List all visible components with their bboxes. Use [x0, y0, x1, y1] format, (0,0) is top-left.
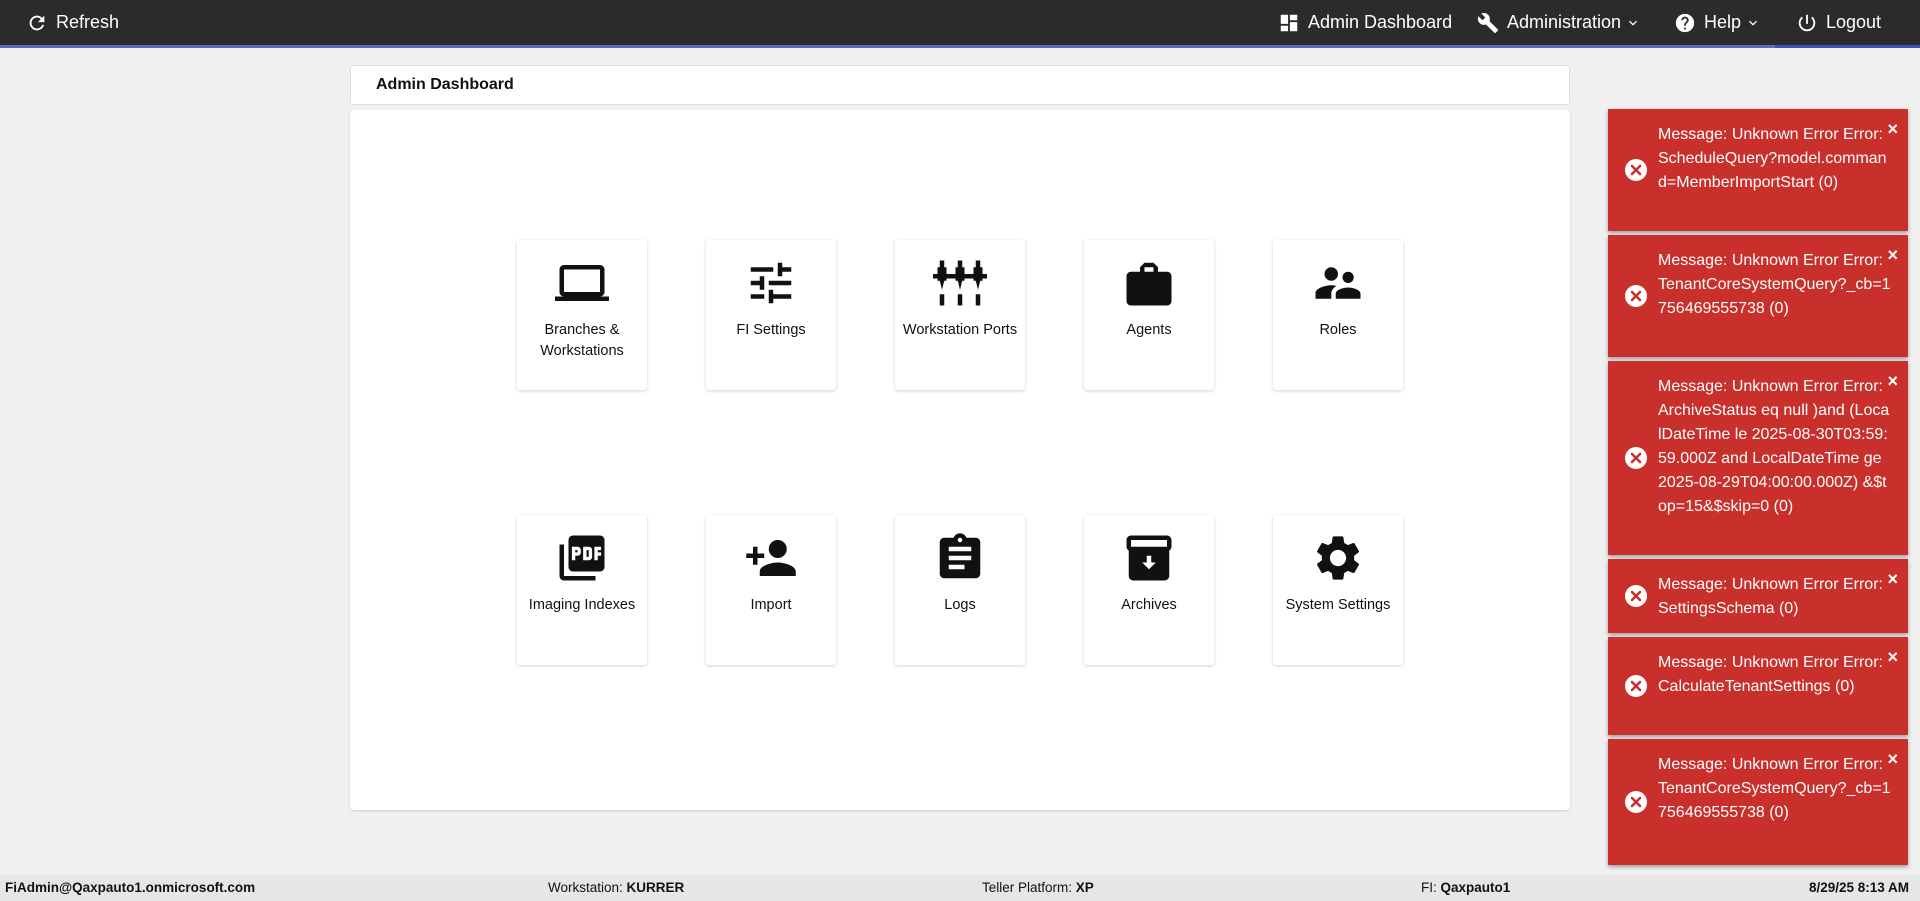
help-icon — [1675, 13, 1695, 32]
chevron-down-icon — [1629, 20, 1638, 26]
error-icon — [1625, 585, 1647, 607]
laptop-icon — [555, 265, 609, 301]
error-icon — [1625, 675, 1647, 697]
page-title: Admin Dashboard — [376, 76, 514, 93]
archive-icon — [1126, 535, 1172, 581]
error-icon — [1625, 791, 1647, 813]
tile-imaging-indexes[interactable]: Imaging Indexes — [517, 515, 647, 665]
sliders-icon — [750, 262, 792, 304]
footer-fi-value: Qaxpauto1 — [1440, 880, 1511, 895]
toast-message: Message: Unknown Error Error: ArchiveSta… — [1658, 378, 1890, 515]
logout-button[interactable]: Logout — [1796, 0, 1881, 45]
toast-message: Message: Unknown Error Error: SettingsSc… — [1658, 576, 1883, 617]
toast-message: Message: Unknown Error Error: CalculateT… — [1658, 654, 1883, 695]
chevron-down-icon — [1749, 20, 1758, 26]
tile-label: Logs — [944, 597, 976, 613]
footer-workstation-label: Workstation: — [548, 880, 623, 895]
tile-label: Archives — [1121, 597, 1177, 613]
tile-workstation-ports[interactable]: Workstation Ports — [895, 240, 1025, 390]
error-icon — [1625, 447, 1647, 469]
people-icon — [1315, 267, 1361, 299]
clipboard-icon — [939, 533, 981, 579]
briefcase-icon — [1126, 262, 1172, 306]
nav-help-label: Help — [1704, 12, 1742, 32]
status-bar: FiAdmin@Qaxpauto1.onmicrosoft.com Workst… — [0, 875, 1920, 901]
pdf-icon — [559, 535, 605, 581]
footer-teller-label: Teller Platform: — [982, 880, 1073, 895]
navbar-accent-bar — [0, 45, 1920, 48]
error-toast: Message: Unknown Error Error: TenantCore… — [1608, 739, 1908, 865]
tile-label: Branches & Workstations — [540, 322, 624, 359]
error-icon — [1625, 159, 1647, 181]
tile-logs[interactable]: Logs — [895, 515, 1025, 665]
tile-branches-workstations[interactable]: Branches & Workstations — [517, 240, 647, 390]
toast-close-button[interactable]: × — [1887, 750, 1898, 768]
top-navbar: Refresh Admin Dashboard Administration H… — [0, 0, 1920, 45]
tile-label: Agents — [1126, 322, 1172, 338]
tile-agents[interactable]: Agents — [1084, 240, 1214, 390]
nav-admin-dashboard-label: Admin Dashboard — [1308, 12, 1453, 32]
footer-user: FiAdmin@Qaxpauto1.onmicrosoft.com — [5, 880, 256, 895]
toast-message: Message: Unknown Error Error: TenantCore… — [1658, 756, 1891, 821]
error-toast: Message: Unknown Error Error: TenantCore… — [1608, 235, 1908, 357]
toast-close-button[interactable]: × — [1887, 648, 1898, 666]
refresh-label: Refresh — [56, 12, 120, 32]
tile-label: Roles — [1319, 322, 1357, 338]
footer-workstation-value: KURRER — [626, 880, 685, 895]
toast-close-button[interactable]: × — [1887, 570, 1898, 588]
refresh-button[interactable]: Refresh — [26, 0, 119, 45]
refresh-icon — [29, 15, 45, 30]
dashboard-icon — [1280, 14, 1298, 31]
tile-label: System Settings — [1285, 597, 1391, 613]
toast-close-button[interactable]: × — [1887, 372, 1898, 390]
dashboard-panel: Branches & Workstations FI Settings Work… — [350, 110, 1570, 810]
gear-icon — [1316, 536, 1360, 580]
page-title-bar: Admin Dashboard — [350, 65, 1570, 105]
wrench-icon — [1477, 12, 1499, 33]
tile-fi-settings[interactable]: FI Settings — [706, 240, 836, 390]
footer-fi: FI: Qaxpauto1 — [1421, 880, 1510, 895]
ports-icon — [933, 260, 987, 306]
nav-administration-dropdown[interactable]: Administration — [1477, 0, 1641, 45]
tile-roles[interactable]: Roles — [1273, 240, 1403, 390]
error-toast: Message: Unknown Error Error: ScheduleQu… — [1608, 109, 1908, 231]
tile-label: Import — [750, 597, 792, 613]
toast-close-button[interactable]: × — [1887, 120, 1898, 138]
footer-datetime: 8/29/25 8:13 AM — [1809, 880, 1910, 895]
nav-administration-label: Administration — [1507, 12, 1622, 32]
logout-label: Logout — [1826, 12, 1882, 32]
tile-label: Imaging Indexes — [528, 597, 636, 613]
toast-message: Message: Unknown Error Error: ScheduleQu… — [1658, 126, 1887, 191]
tile-archives[interactable]: Archives — [1084, 515, 1214, 665]
add-person-icon — [746, 540, 796, 576]
footer-workstation: Workstation: KURRER — [548, 880, 684, 895]
error-toast: Message: Unknown Error Error: CalculateT… — [1608, 637, 1908, 735]
power-icon — [1798, 14, 1816, 31]
footer-teller-platform: Teller Platform: XP — [982, 880, 1094, 895]
tile-system-settings[interactable]: System Settings — [1273, 515, 1403, 665]
footer-teller-value: XP — [1075, 880, 1094, 895]
toast-close-button[interactable]: × — [1887, 246, 1898, 264]
tile-import[interactable]: Import — [706, 515, 836, 665]
error-toast: Message: Unknown Error Error: SettingsSc… — [1608, 559, 1908, 633]
nav-help-dropdown[interactable]: Help — [1674, 0, 1761, 45]
error-icon — [1625, 285, 1647, 307]
error-toast: Message: Unknown Error Error: ArchiveSta… — [1608, 361, 1908, 555]
tile-label: Workstation Ports — [902, 322, 1018, 338]
nav-admin-dashboard[interactable]: Admin Dashboard — [1278, 0, 1452, 45]
toast-message: Message: Unknown Error Error: TenantCore… — [1658, 252, 1891, 317]
active-indicator — [1775, 45, 1920, 48]
footer-fi-label: FI: — [1421, 880, 1437, 895]
tile-label: FI Settings — [736, 322, 806, 338]
